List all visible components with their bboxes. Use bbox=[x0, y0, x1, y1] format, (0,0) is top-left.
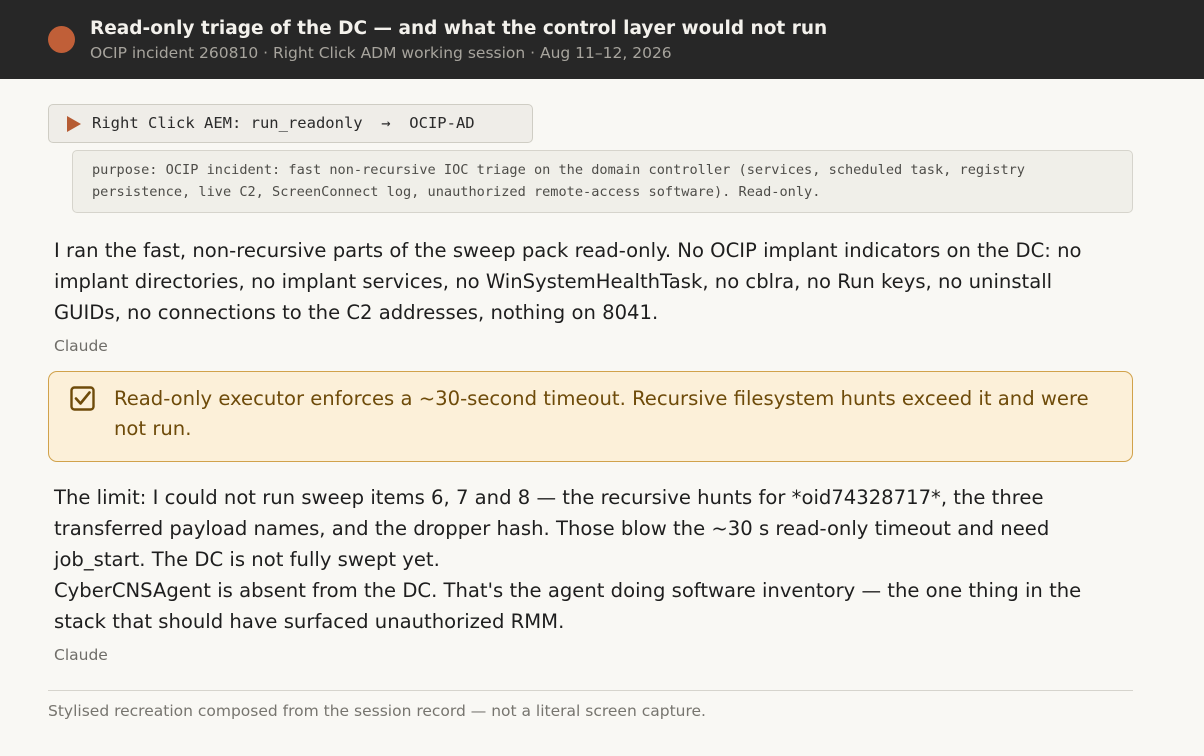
tool-call-purpose: purpose: OCIP incident: fast non-recursi… bbox=[72, 150, 1133, 213]
footer-divider bbox=[48, 690, 1133, 691]
message-paragraph: CyberCNSAgent is absent from the DC. Tha… bbox=[54, 579, 1082, 633]
page-subtitle: OCIP incident 260810 · Right Click ADM w… bbox=[90, 44, 672, 62]
footnote: Stylised recreation composed from the se… bbox=[48, 702, 706, 720]
play-icon bbox=[67, 116, 81, 132]
checkbox-checked-icon bbox=[70, 386, 95, 411]
header-bar: Read-only triage of the DC — and what th… bbox=[0, 0, 1204, 79]
assistant-message: The limit: I could not run sweep items 6… bbox=[54, 482, 1114, 637]
assistant-message: I ran the fast, non-recursive parts of t… bbox=[54, 235, 1114, 328]
callout-text: Read-only executor enforces a ~30-second… bbox=[114, 387, 1089, 440]
timeout-callout: Read-only executor enforces a ~30-second… bbox=[48, 371, 1133, 462]
page-title: Read-only triage of the DC — and what th… bbox=[90, 18, 828, 39]
tool-call-label: Right Click AEM: run_readonly → OCIP-AD bbox=[92, 114, 475, 132]
tool-call-header[interactable]: Right Click AEM: run_readonly → OCIP-AD bbox=[48, 104, 533, 143]
message-text: I ran the fast, non-recursive parts of t… bbox=[54, 239, 1082, 324]
message-author: Claude bbox=[54, 337, 108, 355]
message-paragraph: The limit: I could not run sweep items 6… bbox=[54, 486, 1050, 571]
session-logo-icon bbox=[48, 26, 75, 53]
message-author: Claude bbox=[54, 646, 108, 664]
